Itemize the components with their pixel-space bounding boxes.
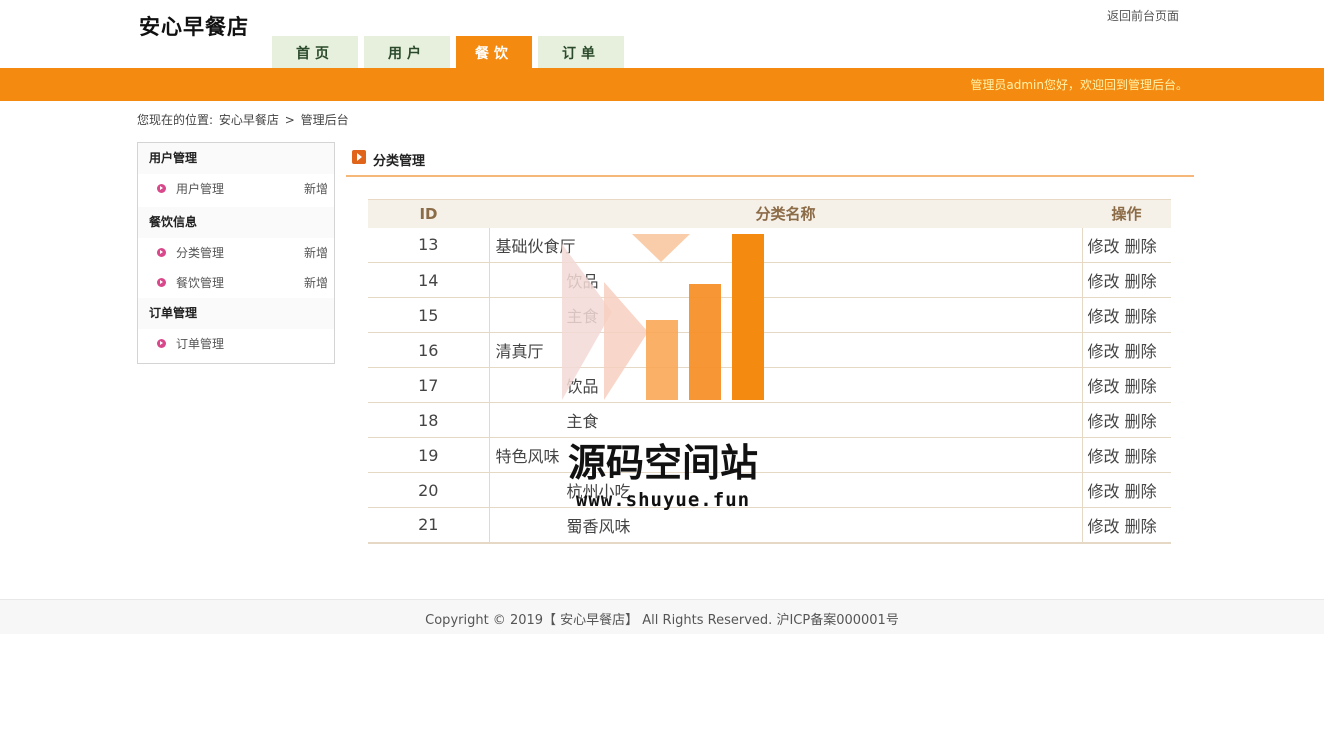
- sidebar-section-users: 用户管理: [138, 143, 334, 174]
- breadcrumb-separator: >: [284, 113, 295, 127]
- delete-link[interactable]: 删除: [1125, 307, 1157, 326]
- panel-divider: [346, 175, 1194, 177]
- cell-category-name: 特色风味: [489, 437, 1083, 473]
- bullet-arrow-icon: [157, 339, 166, 348]
- footer: Copyright © 2019【 安心早餐店】 All Rights Rese…: [0, 599, 1324, 634]
- cell-id: 13: [368, 227, 490, 263]
- sidebar: 用户管理 用户管理 新增 餐饮信息 分类管理 新增 餐饮管理 新增 订单管理 订…: [137, 142, 335, 364]
- cell-category-name: 饮品: [489, 367, 1083, 403]
- cell-category-name: 主食: [489, 297, 1083, 333]
- table-row: 14 饮品 修改 删除: [368, 262, 1171, 298]
- cell-actions: 修改 删除: [1082, 507, 1171, 544]
- sidebar-section-orders: 订单管理: [138, 298, 334, 329]
- cell-id: 20: [368, 472, 490, 508]
- cell-category-name: 清真厅: [489, 332, 1083, 368]
- edit-link[interactable]: 修改: [1088, 237, 1120, 256]
- cell-actions: 修改 删除: [1082, 227, 1171, 263]
- edit-link[interactable]: 修改: [1088, 377, 1120, 396]
- delete-link[interactable]: 删除: [1125, 517, 1157, 536]
- nav-tab-orders[interactable]: 订单: [538, 36, 624, 68]
- sidebar-item-label[interactable]: 分类管理: [176, 238, 224, 268]
- sidebar-item-label[interactable]: 餐饮管理: [176, 268, 224, 298]
- edit-link[interactable]: 修改: [1088, 307, 1120, 326]
- cell-id: 14: [368, 262, 490, 298]
- sidebar-item-order-management: 订单管理: [138, 329, 334, 359]
- delete-link[interactable]: 删除: [1125, 482, 1157, 501]
- table-row: 17 饮品 修改 删除: [368, 367, 1171, 403]
- sidebar-item-dining-management: 餐饮管理 新增: [138, 268, 334, 298]
- table-row: 21 蜀香风味 修改 删除: [368, 507, 1171, 544]
- column-header-name: 分类名称: [489, 199, 1082, 228]
- nav-tab-users[interactable]: 用户: [364, 36, 450, 68]
- cell-category-name: 蜀香风味: [489, 507, 1083, 544]
- delete-link[interactable]: 删除: [1125, 342, 1157, 361]
- edit-link[interactable]: 修改: [1088, 447, 1120, 466]
- delete-link[interactable]: 删除: [1125, 237, 1157, 256]
- cell-actions: 修改 删除: [1082, 437, 1171, 473]
- cell-id: 17: [368, 367, 490, 403]
- cell-actions: 修改 删除: [1082, 402, 1171, 438]
- edit-link[interactable]: 修改: [1088, 482, 1120, 501]
- column-header-actions: 操作: [1082, 199, 1171, 228]
- table-row: 13 基础伙食厅 修改 删除: [368, 227, 1171, 263]
- cell-actions: 修改 删除: [1082, 297, 1171, 333]
- cell-actions: 修改 删除: [1082, 262, 1171, 298]
- cell-category-name: 杭州小吃: [489, 472, 1083, 508]
- arrow-right-icon: [352, 150, 366, 164]
- copyright-text: Copyright © 2019【 安心早餐店】 All Rights Rese…: [425, 613, 899, 628]
- nav-tab-dining[interactable]: 餐饮: [456, 36, 532, 68]
- bullet-arrow-icon: [157, 184, 166, 193]
- table-row: 19 特色风味 修改 删除: [368, 437, 1171, 473]
- cell-id: 21: [368, 507, 490, 544]
- cell-actions: 修改 删除: [1082, 332, 1171, 368]
- breadcrumb-site: 安心早餐店: [218, 113, 279, 127]
- add-user-link[interactable]: 新增: [304, 174, 328, 204]
- sidebar-item-category-management: 分类管理 新增: [138, 238, 334, 268]
- add-category-link[interactable]: 新增: [304, 238, 328, 268]
- delete-link[interactable]: 删除: [1125, 272, 1157, 291]
- cell-category-name: 基础伙食厅: [489, 227, 1083, 263]
- delete-link[interactable]: 删除: [1125, 377, 1157, 396]
- cell-actions: 修改 删除: [1082, 367, 1171, 403]
- edit-link[interactable]: 修改: [1088, 517, 1120, 536]
- table-header-row: ID 分类名称 操作: [368, 199, 1171, 228]
- table-row: 20 杭州小吃 修改 删除: [368, 472, 1171, 508]
- cell-actions: 修改 删除: [1082, 472, 1171, 508]
- table-row: 16 清真厅 修改 删除: [368, 332, 1171, 368]
- table-row: 18 主食 修改 删除: [368, 402, 1171, 438]
- edit-link[interactable]: 修改: [1088, 272, 1120, 291]
- bullet-arrow-icon: [157, 248, 166, 257]
- cell-id: 19: [368, 437, 490, 473]
- delete-link[interactable]: 删除: [1125, 447, 1157, 466]
- cell-id: 15: [368, 297, 490, 333]
- bullet-arrow-icon: [157, 278, 166, 287]
- cell-id: 16: [368, 332, 490, 368]
- sidebar-item-user-management: 用户管理 新增: [138, 174, 334, 204]
- edit-link[interactable]: 修改: [1088, 412, 1120, 431]
- site-logo: 安心早餐店: [139, 15, 249, 39]
- category-table: ID 分类名称 操作 13 基础伙食厅 修改 删除 14 饮品 修改 删除 15 主食 修改 删…: [368, 199, 1171, 544]
- table-row: 15 主食 修改 删除: [368, 297, 1171, 333]
- back-to-frontend-link[interactable]: 返回前台页面: [1107, 7, 1179, 24]
- edit-link[interactable]: 修改: [1088, 342, 1120, 361]
- breadcrumb: 您现在的位置: 安心早餐店 > 管理后台: [137, 111, 351, 128]
- delete-link[interactable]: 删除: [1125, 412, 1157, 431]
- panel-title-text: 分类管理: [373, 154, 426, 169]
- sidebar-section-dining: 餐饮信息: [138, 207, 334, 238]
- nav-tab-home[interactable]: 首页: [272, 36, 358, 68]
- column-header-id: ID: [368, 199, 489, 228]
- top-banner: 管理员admin您好，欢迎回到管理后台。: [0, 68, 1324, 101]
- add-dining-link[interactable]: 新增: [304, 268, 328, 298]
- sidebar-item-label[interactable]: 用户管理: [176, 174, 224, 204]
- sidebar-item-label[interactable]: 订单管理: [176, 329, 224, 359]
- breadcrumb-prefix: 您现在的位置:: [137, 113, 214, 127]
- cell-category-name: 主食: [489, 402, 1083, 438]
- cell-category-name: 饮品: [489, 262, 1083, 298]
- cell-id: 18: [368, 402, 490, 438]
- breadcrumb-current: 管理后台: [300, 113, 349, 127]
- welcome-message: 管理员admin您好，欢迎回到管理后台。: [970, 78, 1188, 92]
